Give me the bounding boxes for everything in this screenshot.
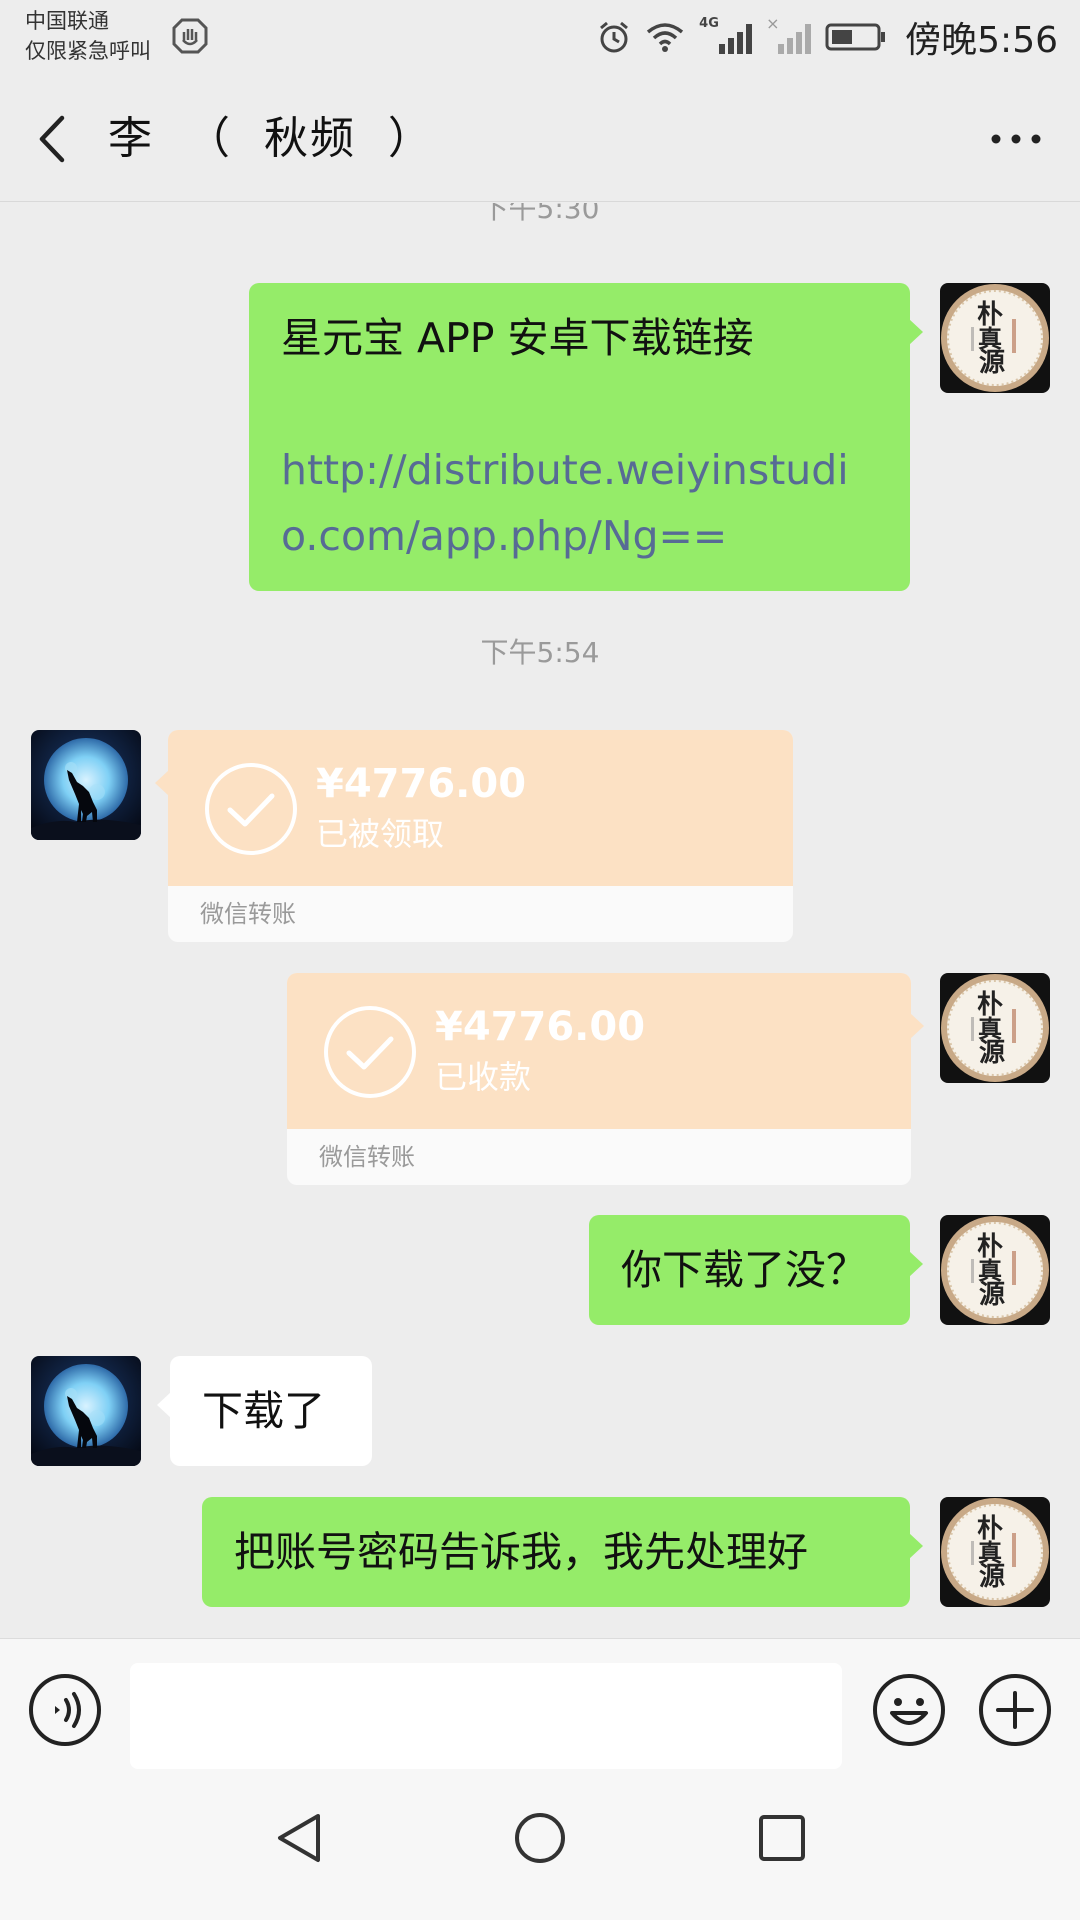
emoji-icon[interactable] <box>872 1673 946 1747</box>
contact-avatar[interactable] <box>31 1356 141 1466</box>
system-nav-bar <box>0 1780 1080 1920</box>
message-text: 把账号密码告诉我，我先处理好 <box>234 1528 808 1576</box>
network-type: 4G <box>699 16 719 31</box>
voice-icon[interactable] <box>28 1673 102 1747</box>
input-bar <box>0 1638 1080 1780</box>
message-bubble-sent[interactable]: 星元宝 APP 安卓下载链接 http://distribute.weiyins… <box>249 283 923 591</box>
contact-avatar[interactable] <box>31 730 141 840</box>
timestamp: 下午5:54 <box>480 636 600 669</box>
nav-home-icon[interactable] <box>512 1810 568 1866</box>
nav-back-icon[interactable] <box>272 1810 328 1866</box>
transfer-amount: ¥4776.00 <box>316 761 527 807</box>
checkmark-circle-icon <box>205 763 297 855</box>
message-input[interactable] <box>130 1663 842 1769</box>
message-bubble-received[interactable]: 下载了 <box>157 1356 372 1466</box>
chat-header: 李 （ 秋频 ） <box>0 76 1080 202</box>
carrier-info: 中国联通 仅限紧急呼叫 <box>25 6 151 66</box>
transfer-status: 已收款 <box>435 1058 532 1096</box>
transfer-card-received[interactable]: ¥4776.00 已被领取 微信转账 <box>168 730 793 942</box>
message-text: 你下载了没？ <box>621 1246 867 1294</box>
message-text: 星元宝 APP 安卓下载链接 <box>281 314 754 362</box>
battery-icon <box>825 23 886 51</box>
status-icons: 4G × 傍晚5:56 <box>597 14 1058 61</box>
transfer-card-sent[interactable]: ¥4776.00 已收款 微信转账 <box>287 973 911 1185</box>
status-bar: 中国联通 仅限紧急呼叫 4G × 傍晚5:56 <box>0 0 1080 76</box>
vowifi-icon <box>172 18 208 54</box>
bubble-arrow <box>155 770 169 796</box>
transfer-status: 已被领取 <box>316 815 445 853</box>
emergency-only-text: 仅限紧急呼叫 <box>25 39 151 63</box>
nav-recent-icon[interactable] <box>754 1810 810 1866</box>
message-text: 下载了 <box>202 1387 325 1435</box>
wifi-icon <box>647 23 684 52</box>
my-avatar[interactable] <box>940 283 1050 393</box>
my-avatar[interactable] <box>940 973 1050 1083</box>
signal-sim2-icon: × <box>766 14 812 54</box>
message-link[interactable]: http://distribute.weiyinstudio.com/app.p… <box>281 437 878 569</box>
plus-icon[interactable] <box>978 1673 1052 1747</box>
message-list[interactable]: 下午5:30 星元宝 APP 安卓下载链接 http://distribute.… <box>0 203 1080 1637</box>
more-options-icon[interactable] <box>986 126 1046 152</box>
my-avatar[interactable] <box>940 1215 1050 1325</box>
chat-title: 李 （ 秋频 ） <box>108 113 434 164</box>
transfer-footer: 微信转账 <box>200 900 296 928</box>
transfer-footer: 微信转账 <box>319 1143 415 1171</box>
alarm-icon <box>600 21 629 53</box>
bubble-arrow <box>910 1013 924 1039</box>
clock: 傍晚5:56 <box>905 20 1058 61</box>
timestamp: 下午5:30 <box>480 203 600 225</box>
message-bubble-sent[interactable]: 你下载了没？ <box>589 1215 923 1325</box>
signal-4g-icon: 4G <box>699 16 753 54</box>
back-icon[interactable] <box>28 106 78 172</box>
transfer-amount: ¥4776.00 <box>435 1004 646 1050</box>
message-bubble-sent[interactable]: 把账号密码告诉我，我先处理好 <box>202 1497 923 1607</box>
checkmark-circle-icon <box>324 1006 416 1098</box>
carrier-name: 中国联通 <box>25 9 109 33</box>
my-avatar[interactable] <box>940 1497 1050 1607</box>
